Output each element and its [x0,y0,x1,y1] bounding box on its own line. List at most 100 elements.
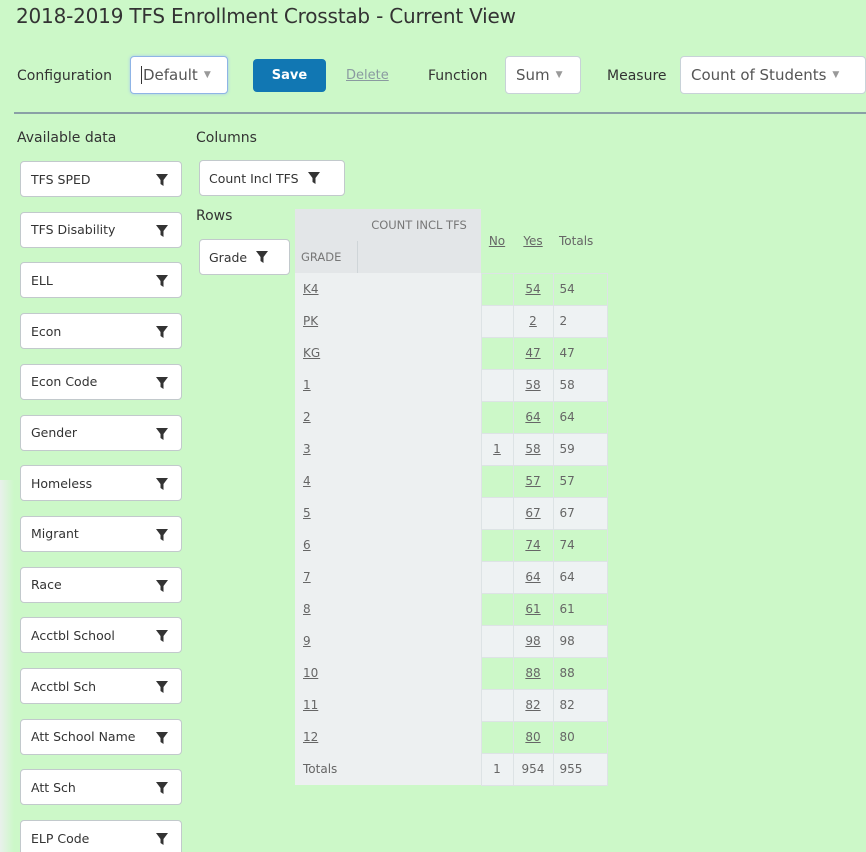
function-value: Sum [516,66,550,84]
row-total: 2 [552,304,608,338]
count-yes-link[interactable]: 58 [525,442,540,456]
available-field[interactable]: TFS SPED [20,161,182,197]
grade-link[interactable]: 1 [303,378,311,392]
table-row: K4 54 54 [295,272,608,306]
filter-icon[interactable] [155,731,169,745]
columns-heading: Columns [196,130,257,146]
grade-link[interactable]: KG [303,346,320,360]
count-yes-link[interactable]: 61 [525,602,540,616]
grade-link[interactable]: 5 [303,506,311,520]
count-yes-link[interactable]: 47 [525,346,540,360]
row-field-grade[interactable]: Grade [199,239,290,275]
count-yes-link[interactable]: 80 [525,730,540,744]
count-yes-link[interactable]: 57 [525,474,540,488]
filter-icon[interactable] [155,680,169,694]
grade-link[interactable]: PK [303,314,318,328]
available-field[interactable]: ELP Code [20,820,182,852]
available-field[interactable]: Acctbl Sch [20,668,182,704]
grade-link[interactable]: 10 [303,666,318,680]
toolbar: Configuration Default ▼ Save Delete Func… [0,56,866,96]
table-row: PK 2 2 [295,304,608,338]
count-yes-link[interactable]: 58 [525,378,540,392]
available-field[interactable]: Att School Name [20,718,182,755]
grade-link[interactable]: 6 [303,538,311,552]
table-row: 7 64 64 [295,560,608,594]
count-yes-link[interactable]: 74 [525,538,540,552]
available-field[interactable]: Econ Code [20,363,182,400]
chevron-down-icon: ▼ [555,70,563,80]
grade-link[interactable]: 2 [303,410,311,424]
available-field[interactable]: Race [20,566,182,603]
grand-total: 955 [552,752,608,786]
filter-icon[interactable] [155,224,169,238]
row-total: 61 [552,592,608,626]
available-field-label: Acctbl Sch [31,678,97,694]
available-field[interactable]: TFS Disability [20,211,182,248]
row-total: 74 [552,528,608,562]
filter-icon[interactable] [155,173,169,187]
totals-row: Totals 1 954 955 [295,752,608,786]
column-header-yes[interactable]: Yes [523,234,542,248]
filter-icon[interactable] [155,477,169,491]
count-yes-link[interactable]: 64 [525,410,540,424]
configuration-select[interactable]: Default ▼ [130,56,228,94]
grade-link[interactable]: 11 [303,698,318,712]
available-field[interactable]: ELL [20,262,182,299]
column-header-no[interactable]: No [489,234,505,248]
row-total: 59 [552,432,608,466]
row-total: 67 [552,496,608,530]
save-button[interactable]: Save [253,59,326,92]
count-yes-link[interactable]: 67 [525,506,540,520]
available-field[interactable]: Econ [20,313,182,350]
filter-icon[interactable] [155,427,169,441]
available-field-label: TFS Disability [31,222,116,238]
grade-link[interactable]: 9 [303,634,311,648]
grade-link[interactable]: 4 [303,474,311,488]
grade-link[interactable]: 7 [303,570,311,584]
row-field-label: Grade [209,249,248,265]
available-field-label: Acctbl School [31,627,115,643]
count-yes-link[interactable]: 88 [525,666,540,680]
table-row: 9 98 98 [295,624,608,658]
available-field-label: Race [31,577,62,593]
available-field[interactable]: Acctbl School [20,617,182,654]
filter-icon[interactable] [155,274,169,288]
grade-link[interactable]: K4 [303,282,319,296]
filter-icon[interactable] [307,171,321,185]
filter-icon[interactable] [155,629,169,643]
grade-link[interactable]: 12 [303,730,318,744]
row-total: 54 [552,272,608,306]
count-yes-link[interactable]: 64 [525,570,540,584]
measure-select[interactable]: Count of Students ▼ [680,56,866,94]
available-field[interactable]: Homeless [20,465,182,502]
available-data-heading: Available data [17,130,117,146]
filter-icon[interactable] [155,832,169,846]
filter-icon[interactable] [255,250,269,264]
column-field-count-incl-tfs[interactable]: Count Incl TFS [199,160,345,196]
count-no-link[interactable]: 1 [493,442,501,456]
available-field[interactable]: Migrant [20,515,182,552]
total-yes: 954 [512,752,554,786]
table-row: 4 57 57 [295,464,608,498]
filter-icon[interactable] [155,528,169,542]
row-dimension-header: GRADE [295,241,357,273]
filter-icon[interactable] [155,781,169,795]
filter-icon[interactable] [155,325,169,339]
available-field[interactable]: Att Sch [20,769,182,806]
count-yes-link[interactable]: 98 [525,634,540,648]
rows-heading: Rows [196,208,233,224]
available-field-label: Gender [31,425,78,440]
grade-link[interactable]: 3 [303,442,311,456]
grade-link[interactable]: 8 [303,602,311,616]
filter-icon[interactable] [155,579,169,593]
delete-button[interactable]: Delete [346,68,389,83]
count-yes-link[interactable]: 82 [525,698,540,712]
count-yes-link[interactable]: 54 [525,282,540,296]
filter-icon[interactable] [155,376,169,390]
available-field[interactable]: Gender [20,414,182,451]
row-total: 58 [552,368,608,402]
available-field-label: ELP Code [31,830,90,846]
count-yes-link[interactable]: 2 [529,314,537,328]
column-dimension-header: COUNT INCL TFS [357,209,481,241]
function-select[interactable]: Sum ▼ [505,56,581,94]
